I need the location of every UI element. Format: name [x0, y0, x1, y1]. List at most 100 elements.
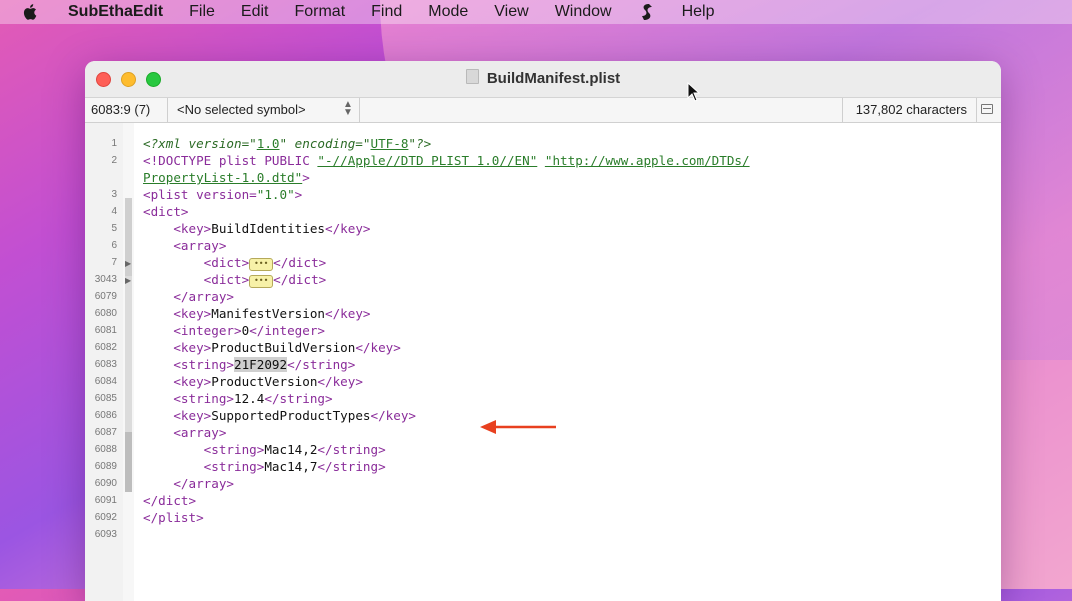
folded-content-badge[interactable]: •••	[249, 258, 274, 271]
code-token: <array>	[173, 425, 227, 440]
code-line[interactable]: 4 <dict>	[85, 203, 1001, 220]
code-line[interactable]: 6085 <string>12.4</string>	[85, 390, 1001, 407]
mouse-pointer-icon	[687, 82, 701, 102]
toolbar-divider	[359, 98, 360, 122]
apple-icon[interactable]	[22, 3, 40, 21]
code-token: <key>	[173, 374, 212, 389]
code-line[interactable]: 7 <dict> ••• </dict>	[85, 254, 1001, 271]
code-line[interactable]: 2 <!DOCTYPE plist PUBLIC "-//Apple//DTD P…	[85, 152, 1001, 169]
code-token: <string>	[173, 391, 235, 406]
line-number: 6082	[94, 342, 117, 353]
line-number: 6092	[94, 512, 117, 523]
code-text: <string>21F2092</string>	[143, 356, 355, 373]
code-line[interactable]: 6092 </plist>	[85, 509, 1001, 526]
code-token: </string>	[287, 357, 356, 372]
code-line[interactable]: 5 <key>BuildIdentities</key>	[85, 220, 1001, 237]
code-token: </key>	[325, 221, 371, 236]
menu-help[interactable]: Help	[682, 3, 715, 21]
code-line[interactable]: 6081 <integer>0</integer>	[85, 322, 1001, 339]
code-token: </string>	[317, 442, 386, 457]
code-line[interactable]: 6091 </dict>	[85, 492, 1001, 509]
line-number: 6080	[94, 308, 117, 319]
code-text: </array>	[143, 475, 234, 492]
code-text: PropertyList-1.0.dtd">	[143, 169, 310, 186]
code-token: <dict>	[203, 255, 250, 270]
code-token: </string>	[264, 391, 333, 406]
line-number: 6091	[94, 495, 117, 506]
code-line[interactable]: 6090 </array>	[85, 475, 1001, 492]
line-number: 3043	[94, 274, 117, 285]
code-token: <key>	[173, 306, 212, 321]
script-menu-icon[interactable]	[638, 3, 656, 21]
code-text: <key>BuildIdentities</key>	[143, 220, 371, 237]
line-number: 5	[111, 223, 117, 234]
menu-view[interactable]: View	[494, 3, 528, 21]
code-token: <?xml version="	[143, 136, 257, 151]
selected-text: 21F2092	[234, 357, 288, 372]
code-line[interactable]: 6083 <string>21F2092</string>	[85, 356, 1001, 373]
code-editor[interactable]: ▶ ▶ 1 <?xml version="1.0" encoding="UTF-8…	[85, 123, 1001, 601]
code-token: SupportedProductTypes	[211, 408, 371, 423]
code-token: version=	[196, 187, 257, 202]
code-token: <key>	[173, 221, 212, 236]
symbol-popup-chevron-icon[interactable]: ▲ ▼	[343, 100, 353, 118]
toolbar-divider	[167, 98, 168, 122]
code-line[interactable]: 6 <array>	[85, 237, 1001, 254]
code-token: </key>	[325, 306, 371, 321]
code-token: ProductVersion	[211, 374, 318, 389]
line-number: 1	[111, 138, 117, 149]
menu-format[interactable]: Format	[294, 3, 345, 21]
window-title-text: BuildManifest.plist	[486, 70, 621, 87]
code-token: <!DOCTYPE plist PUBLIC	[143, 153, 318, 168]
menu-bar: SubEthaEdit File Edit Format Find Mode V…	[0, 0, 1072, 24]
code-line[interactable]: 3 <plist version="1.0">	[85, 186, 1001, 203]
code-token: </array>	[173, 289, 235, 304]
menu-mode[interactable]: Mode	[428, 3, 468, 21]
symbol-popup[interactable]: <No selected symbol>	[177, 102, 306, 117]
code-line[interactable]: 3043 <dict> ••• </dict>	[85, 271, 1001, 288]
document-icon	[465, 69, 479, 84]
code-line[interactable]: 6082 <key>ProductBuildVersion</key>	[85, 339, 1001, 356]
code-line[interactable]: 1 <?xml version="1.0" encoding="UTF-8"?>	[85, 135, 1001, 152]
code-line[interactable]: PropertyList-1.0.dtd">	[85, 169, 1001, 186]
code-line[interactable]: 6093	[85, 526, 1001, 543]
character-count: 137,802 characters	[855, 102, 967, 117]
menu-edit[interactable]: Edit	[241, 3, 269, 21]
code-token: ProductBuildVersion	[211, 340, 356, 355]
code-line[interactable]: 6088 <string>Mac14,2</string>	[85, 441, 1001, 458]
line-number: 6083	[94, 359, 117, 370]
line-number: 6079	[94, 291, 117, 302]
code-text: <string>12.4</string>	[143, 390, 333, 407]
line-number: 6090	[94, 478, 117, 489]
split-view-icon[interactable]	[981, 104, 993, 114]
line-number: 4	[111, 206, 117, 217]
code-token: 1.0	[256, 136, 280, 151]
menu-app-name[interactable]: SubEthaEdit	[68, 3, 163, 21]
folded-content-badge[interactable]: •••	[249, 275, 274, 288]
code-token: Mac14,2	[264, 442, 318, 457]
menu-window[interactable]: Window	[555, 3, 612, 21]
code-token: <integer>	[173, 323, 242, 338]
cursor-position[interactable]: 6083:9 (7)	[91, 102, 150, 117]
code-text: <dict> ••• </dict>	[143, 254, 326, 271]
code-token: <string>	[203, 442, 265, 457]
code-token: "http://www.apple.com/DTDs/	[544, 153, 750, 168]
code-token: 12.4	[234, 391, 265, 406]
line-number: 2	[111, 155, 117, 166]
code-line[interactable]: 6089 <string>Mac14,7</string>	[85, 458, 1001, 475]
code-line[interactable]: 6079 </array>	[85, 288, 1001, 305]
code-text: <!DOCTYPE plist PUBLIC "-//Apple//DTD PL…	[143, 152, 750, 169]
code-token: <array>	[173, 238, 227, 253]
menu-find[interactable]: Find	[371, 3, 402, 21]
menu-file[interactable]: File	[189, 3, 215, 21]
code-token: <string>	[203, 459, 265, 474]
line-number: 6093	[94, 529, 117, 540]
line-number: 3	[111, 189, 117, 200]
code-line[interactable]: 6080 <key>ManifestVersion</key>	[85, 305, 1001, 322]
window-title: BuildManifest.plist	[85, 69, 1001, 87]
title-bar[interactable]: BuildManifest.plist	[85, 61, 1001, 98]
code-text: <array>	[143, 237, 226, 254]
code-text: </plist>	[143, 509, 204, 526]
code-token: </string>	[317, 459, 386, 474]
code-line[interactable]: 6084 <key>ProductVersion</key>	[85, 373, 1001, 390]
